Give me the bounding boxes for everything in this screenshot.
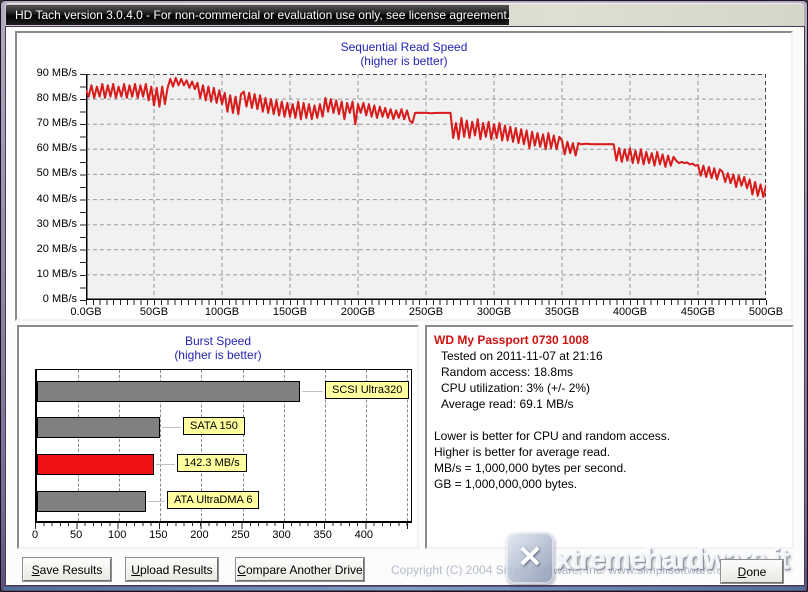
sequential-read-panel: Sequential Read Speed (higher is better)… <box>15 31 793 321</box>
save-results-button[interactable]: Save Results <box>23 558 111 581</box>
burst-bar-label: 142.3 MB/s <box>177 454 247 472</box>
burst-bar <box>37 417 160 438</box>
hdtach-window: HD Tach version 3.0.4.0 - For non-commer… <box>0 0 808 592</box>
burst-speed-plot: SCSI Ultra320 SATA 150 142.3 MB/s ATA Ultra… <box>35 369 412 523</box>
burst-bar <box>37 454 154 475</box>
read-chart-subtitle: (higher is better) <box>17 54 791 68</box>
titlebar: HD Tach version 3.0.4.0 - For non-commer… <box>5 3 804 26</box>
burst-bar-label: SATA 150 <box>183 417 245 435</box>
read-chart-title: Sequential Read Speed <box>17 40 791 54</box>
burst-bar <box>37 491 146 512</box>
burst-speed-panel: Burst Speed (higher is better) SCSI Ultr… <box>17 325 419 549</box>
burst-bar-label: ATA UltraDMA 6 <box>167 491 259 509</box>
read-speed-plot <box>86 74 766 300</box>
burst-chart-title: Burst Speed <box>19 334 417 348</box>
burst-bar-label: SCSI Ultra320 <box>325 381 409 399</box>
burst-bar <box>37 381 300 402</box>
window-content: Sequential Read Speed (higher is better)… <box>6 27 804 585</box>
x-axis-minor-ticks <box>86 300 767 305</box>
compare-another-drive-button[interactable]: Compare Another Drive <box>236 558 364 581</box>
drive-info-panel: WD My Passport 0730 1008Tested on 2011-1… <box>425 325 794 549</box>
drive-info-text: WD My Passport 0730 1008Tested on 2011-1… <box>427 327 792 497</box>
burst-chart-subtitle: (higher is better) <box>19 348 417 362</box>
window-title: HD Tach version 3.0.4.0 - For non-commer… <box>6 5 509 25</box>
done-button[interactable]: Done <box>721 560 783 583</box>
copyright-text: Copyright (C) 2004 Simpli Software, Inc.… <box>391 563 739 577</box>
upload-results-button[interactable]: Upload Results <box>126 558 218 581</box>
